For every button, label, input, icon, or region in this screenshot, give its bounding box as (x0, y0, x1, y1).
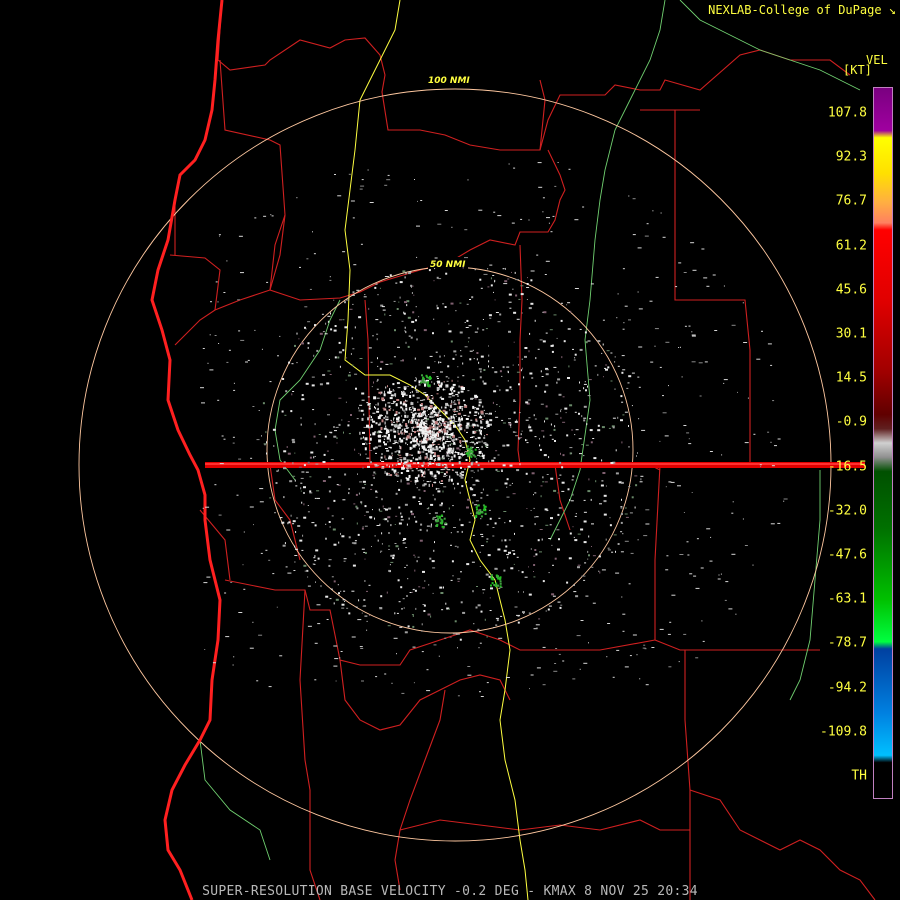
county-borders (169, 0, 876, 900)
color-scale-tick: -0.9 (835, 414, 867, 430)
credit-label[interactable]: NEXLAB-College of DuPage ↘ (708, 3, 896, 17)
color-scale-tick: 14.5 (835, 370, 867, 386)
color-scale-tick: -109.8 (820, 724, 867, 740)
coastline (150, 0, 224, 900)
color-scale-tick: 30.1 (835, 326, 867, 342)
unit-label: [KT] (843, 63, 872, 77)
color-scale-tick: 76.7 (835, 193, 867, 209)
color-scale-tick: -32.0 (827, 503, 867, 519)
radar-viewer: 100 NMI 50 NMI NEXLAB-College of DuPage … (0, 0, 900, 900)
color-scale-tick: -63.1 (827, 591, 867, 607)
color-scale-tick: 61.2 (835, 238, 867, 254)
color-scale-tick: -78.7 (827, 635, 867, 651)
radar-echoes (200, 162, 788, 697)
color-scale-tick: -94.2 (827, 680, 867, 696)
color-scale-tick: 45.6 (835, 282, 867, 298)
color-scale-tick: TH (851, 768, 867, 784)
color-scale-tick: 92.3 (835, 149, 867, 165)
radar-map[interactable]: 100 NMI 50 NMI (0, 0, 900, 900)
product-caption: SUPER-RESOLUTION BASE VELOCITY -0.2 DEG … (202, 884, 698, 899)
color-scale-tick: 107.8 (827, 105, 867, 121)
velocity-color-scale (873, 87, 893, 799)
color-scale-tick: -16.5 (827, 459, 867, 475)
range-ring-100-label: 100 NMI (428, 76, 470, 86)
range-ring-50-label: 50 NMI (430, 260, 466, 270)
color-scale-tick: -47.6 (827, 547, 867, 563)
range-ring-labels: 100 NMI 50 NMI (425, 73, 471, 270)
